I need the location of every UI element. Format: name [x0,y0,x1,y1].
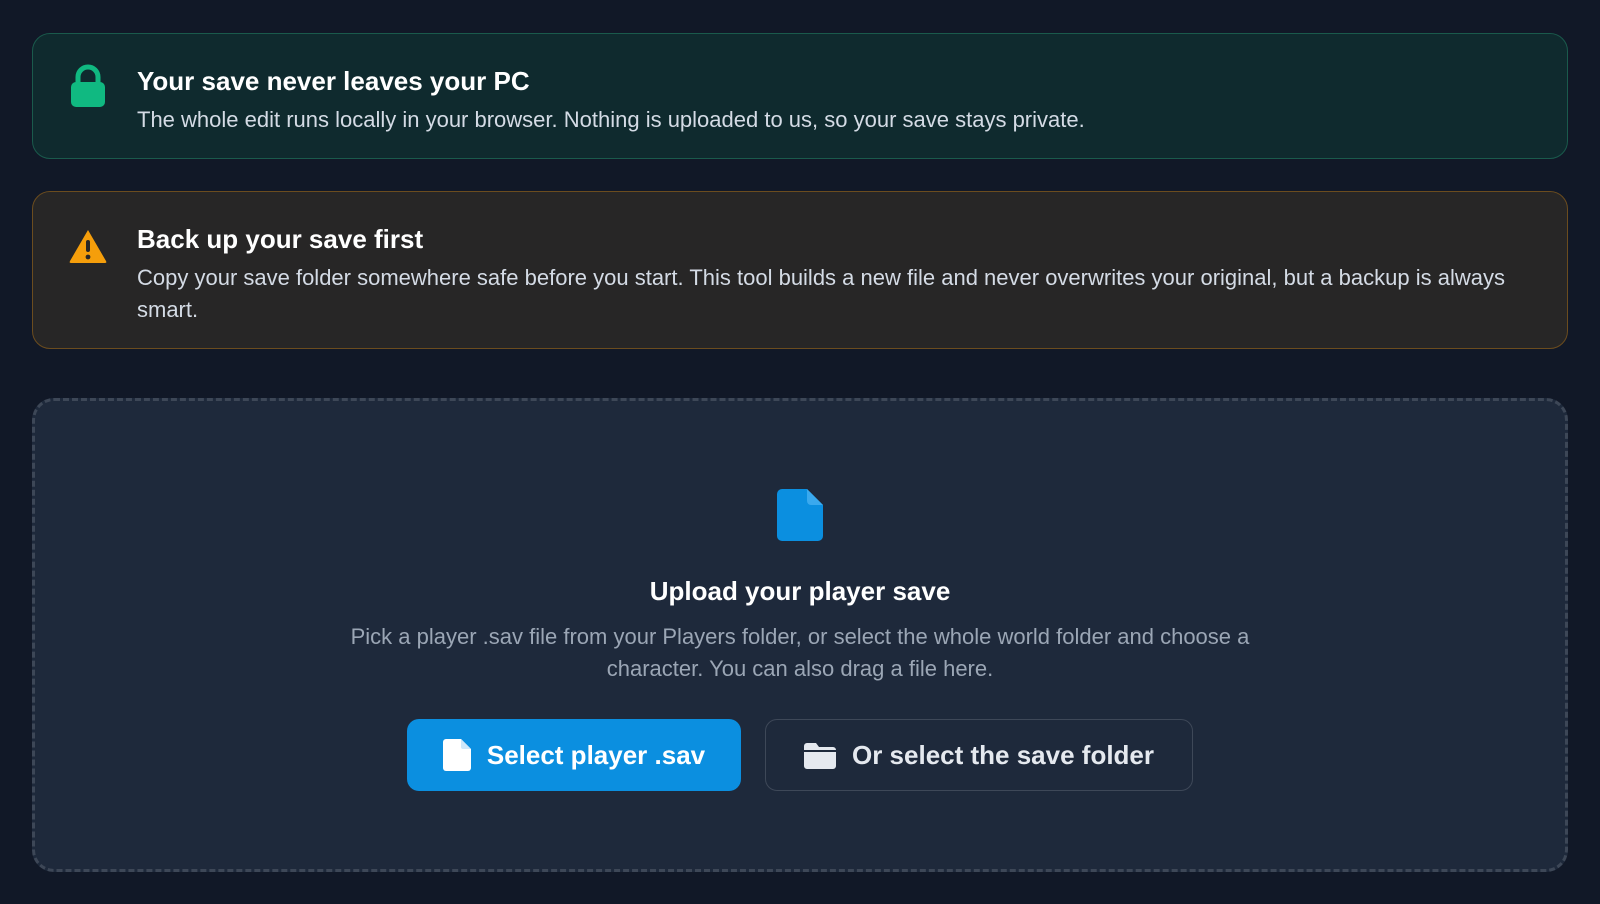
privacy-notice-title: Your save never leaves your PC [137,66,530,96]
upload-dropzone[interactable]: Upload your player save Pick a player .s… [32,398,1568,872]
select-save-folder-label: Or select the save folder [851,739,1155,770]
backup-notice-text: Copy your save folder somewhere safe bef… [137,265,1505,322]
backup-notice-body: Back up your save first Copy your save f… [137,222,1531,326]
select-player-sav-label: Select player .sav [486,739,706,770]
privacy-notice-text: The whole edit runs locally in your brow… [137,107,1085,132]
backup-notice: Back up your save first Copy your save f… [32,191,1568,349]
backup-notice-title: Back up your save first [137,224,424,254]
select-save-folder-button[interactable]: Or select the save folder [765,719,1193,791]
file-icon [442,739,471,771]
select-player-sav-button[interactable]: Select player .sav [407,719,741,791]
privacy-notice: Your save never leaves your PC The whole… [32,33,1568,159]
file-icon [777,489,823,541]
upload-title: Upload your player save [649,576,951,606]
warning-icon [69,222,107,266]
privacy-notice-body: Your save never leaves your PC The whole… [137,64,1531,136]
upload-actions: Select player .sav Or select the save fo… [35,719,1565,791]
upload-description: Pick a player .sav file from your Player… [350,624,1250,681]
lock-icon [69,64,107,108]
folder-icon [803,741,836,769]
